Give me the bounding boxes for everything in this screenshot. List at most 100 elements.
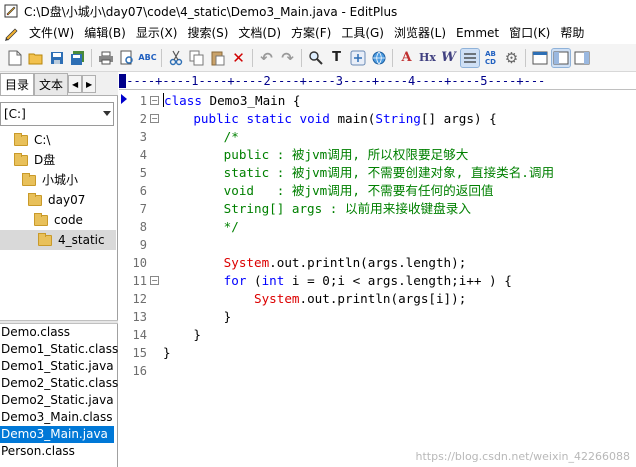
menu-edit[interactable]: 编辑(B) xyxy=(79,22,131,44)
tree-item-label: C:\ xyxy=(34,133,51,147)
code-line: } xyxy=(163,327,201,342)
file-list-item[interactable]: Demo2_Static.java xyxy=(0,392,114,409)
file-list-item[interactable]: Demo2_Static.class xyxy=(0,375,118,392)
menu-browser[interactable]: 浏览器(L) xyxy=(389,22,451,44)
cliptext-icon[interactable] xyxy=(550,47,571,68)
menu-help[interactable]: 帮助 xyxy=(555,22,589,44)
fold-toggle-icon[interactable]: − xyxy=(150,114,159,123)
line-number: 4 xyxy=(139,148,147,162)
directory-icon[interactable] xyxy=(573,49,591,67)
find-icon[interactable] xyxy=(307,49,325,67)
tab-scroll-right-icon[interactable]: ▶ xyxy=(82,75,97,93)
file-list-item[interactable]: Demo1_Static.java xyxy=(0,358,114,375)
print-preview-icon[interactable] xyxy=(118,49,136,67)
file-list-item[interactable]: Demo.class xyxy=(0,324,114,341)
toolbar-separator xyxy=(91,48,92,67)
tree-item-d-pan[interactable]: D盘 xyxy=(14,150,55,170)
watermark-text: https://blog.csdn.net/weixin_42266088 xyxy=(415,450,630,463)
line-number: 13 xyxy=(132,310,147,324)
folder-icon xyxy=(14,152,28,166)
code-line: public static void main(String[] args) { xyxy=(193,111,497,126)
tab-scroll-left-icon[interactable]: ◀ xyxy=(68,75,83,93)
line-number: 12 xyxy=(132,292,147,306)
tree-item-label: day07 xyxy=(48,193,86,207)
code-line: } xyxy=(163,345,171,360)
save-all-icon[interactable] xyxy=(69,49,87,67)
menu-window[interactable]: 窗口(K) xyxy=(504,22,555,44)
toolbar-separator xyxy=(301,48,302,67)
undo-icon[interactable]: ↶ xyxy=(258,49,276,67)
folder-icon xyxy=(34,212,48,226)
menu-project[interactable]: 方案(F) xyxy=(286,22,336,44)
tree-item-c-drive[interactable]: C:\ xyxy=(14,130,50,150)
tree-item-label: D盘 xyxy=(34,153,56,167)
file-list-item[interactable]: Demo3_Main.class xyxy=(0,409,114,426)
tab-cliptext[interactable]: 文本 xyxy=(34,73,69,95)
editplus-app-icon xyxy=(4,4,18,18)
screen-icon[interactable] xyxy=(531,49,549,67)
menu-document[interactable]: 文档(D) xyxy=(233,22,286,44)
save-icon[interactable] xyxy=(48,49,66,67)
tree-item-day07[interactable]: day07 xyxy=(28,190,85,210)
copy-icon[interactable] xyxy=(188,49,206,67)
menu-file[interactable]: 文件(W) xyxy=(24,22,79,44)
file-list: Demo.class Demo1_Static.class Demo1_Stat… xyxy=(0,324,118,467)
print-icon[interactable] xyxy=(97,49,115,67)
redo-icon[interactable]: ↷ xyxy=(279,49,297,67)
file-list-item-selected[interactable]: Demo3_Main.java xyxy=(0,426,114,443)
menu-bar: 文件(W) 编辑(B) 显示(X) 搜索(S) 文档(D) 方案(F) 工具(G… xyxy=(0,22,636,44)
cut-icon[interactable] xyxy=(167,49,185,67)
font-icon[interactable]: T xyxy=(328,49,346,67)
line-number-icon[interactable] xyxy=(459,47,480,68)
chevron-down-icon xyxy=(103,111,111,116)
drive-select-value: [C:] xyxy=(4,107,26,121)
code-line: static : 被jvm调用, 不需要创建对象, 直接类名.调用 xyxy=(163,165,555,180)
directory-panel: 目录 文本 ◀ ▶ [C:] C:\ D盘 小城小 day07 code 4_s… xyxy=(0,72,118,467)
settings-icon[interactable]: ⚙ xyxy=(503,49,521,67)
tree-item-xiaochengxiao[interactable]: 小城小 xyxy=(22,170,78,190)
toolbar-separator xyxy=(525,48,526,67)
code-area[interactable]: class Demo3_Main { public static void ma… xyxy=(163,90,636,467)
code-editor[interactable]: -----+----1----+----2----+----3----+----… xyxy=(119,72,636,467)
folder-icon xyxy=(28,192,42,206)
code-line: */ xyxy=(163,219,239,234)
html-toolbar-icon[interactable] xyxy=(349,49,367,67)
code-line: class Demo3_Main { xyxy=(163,93,301,108)
drive-select[interactable]: [C:] xyxy=(0,102,114,126)
browser-icon[interactable] xyxy=(370,49,388,67)
new-file-icon[interactable] xyxy=(6,49,24,67)
folder-icon xyxy=(14,132,28,146)
panel-tabs: 目录 文本 ◀ ▶ xyxy=(0,72,118,96)
tree-item-label: 4_static xyxy=(58,233,105,247)
heading-font-icon[interactable]: A xyxy=(398,49,416,67)
file-list-item[interactable]: Demo1_Static.class xyxy=(0,341,118,358)
line-number: 3 xyxy=(139,130,147,144)
code-line: /* xyxy=(163,129,239,144)
tree-item-code[interactable]: code xyxy=(34,210,83,230)
line-number: 7 xyxy=(139,202,147,216)
fold-toggle-icon[interactable]: − xyxy=(150,276,159,285)
fold-toggle-icon[interactable]: − xyxy=(150,96,159,105)
menu-search[interactable]: 搜索(S) xyxy=(182,22,233,44)
file-list-item[interactable]: Person.class xyxy=(0,443,114,460)
spell-check-icon[interactable]: ABC xyxy=(138,49,156,67)
word-wrap-icon[interactable]: W xyxy=(440,49,458,67)
line-number: 16 xyxy=(132,364,147,378)
hx-icon[interactable]: Hx xyxy=(419,49,437,67)
menu-tools[interactable]: 工具(G) xyxy=(336,22,389,44)
tab-directory[interactable]: 目录 xyxy=(0,73,35,95)
toolbar-separator xyxy=(161,48,162,67)
menu-view[interactable]: 显示(X) xyxy=(131,22,183,44)
toolbar-separator xyxy=(252,48,253,67)
title-bar: C:\D盘\小城小\day07\code\4_static\Demo3_Main… xyxy=(0,0,636,22)
column-ruler-icon[interactable]: AB CD xyxy=(482,49,500,67)
toolbar: ABC ✕ ↶ ↷ T A Hx W AB CD ⚙ xyxy=(0,44,636,72)
menu-emmet[interactable]: Emmet xyxy=(451,22,504,44)
tree-item-4-static[interactable]: 4_static xyxy=(0,230,116,250)
column-ruler: -----+----1----+----2----+----3----+----… xyxy=(119,72,636,90)
code-line: String[] args : 以前用来接收键盘录入 xyxy=(163,201,471,216)
delete-icon[interactable]: ✕ xyxy=(230,49,248,67)
open-icon[interactable] xyxy=(27,49,45,67)
window-title: C:\D盘\小城小\day07\code\4_static\Demo3_Main… xyxy=(24,4,398,19)
paste-icon[interactable] xyxy=(209,49,227,67)
